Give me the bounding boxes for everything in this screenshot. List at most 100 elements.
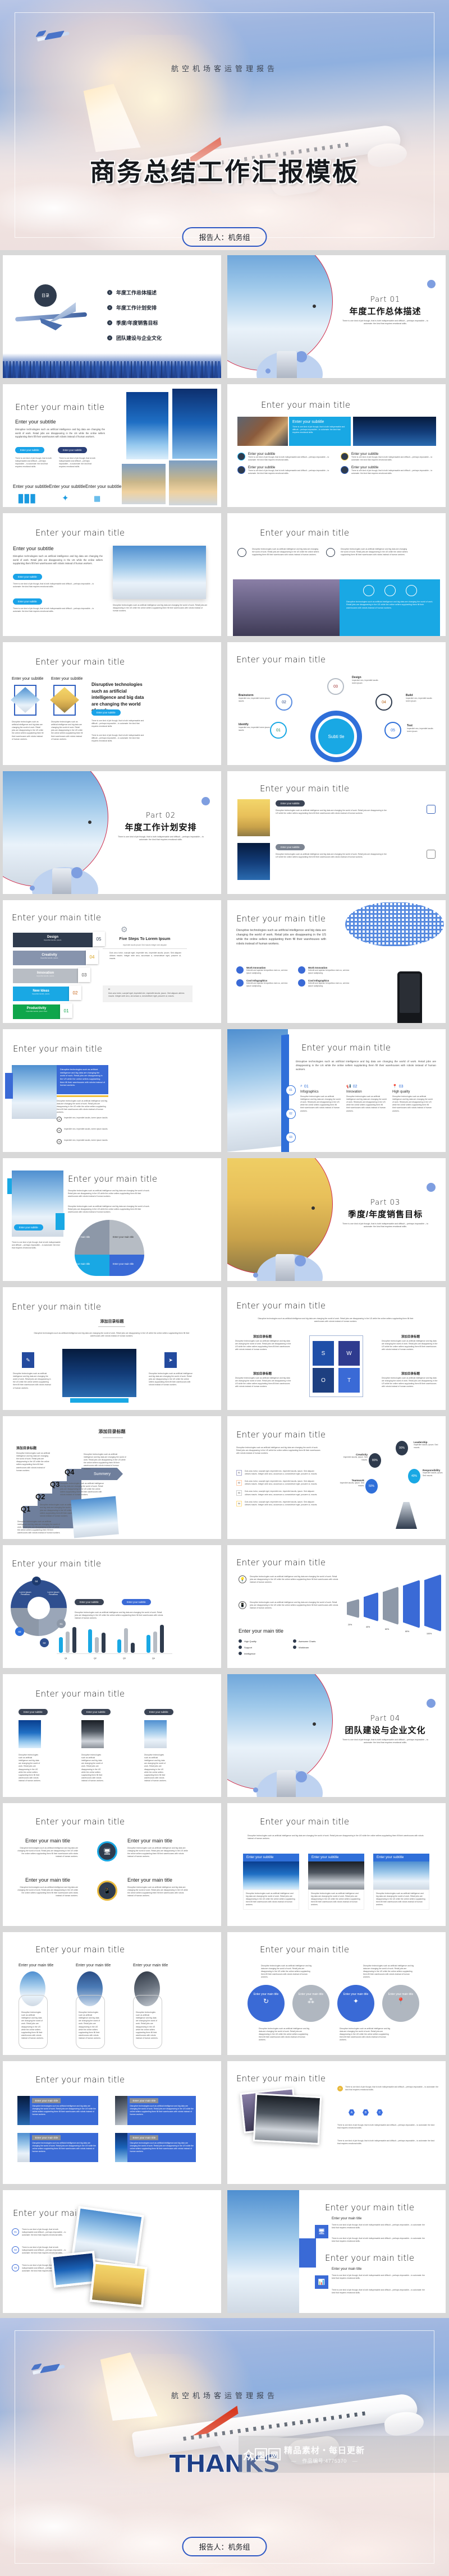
panel-text: Disruptive technologies such as artifici… [60, 1068, 105, 1087]
card-photo-3 [373, 1861, 429, 1890]
col-text-1: Disruptive technologies such as artifici… [19, 1754, 41, 1782]
slide-thumb-28[interactable]: Enter your main title Disruptive technol… [227, 1932, 446, 2055]
point-item-2[interactable]: Work Innovation Deleniti and aperian temp… [298, 966, 354, 975]
slide-thumb-part-02[interactable]: Part 02 年度工作计划安排 There is one kind of jo… [3, 771, 221, 894]
oval-node-3[interactable]: Enter your main title ✦ [337, 1985, 374, 2022]
numbered-item-3: 03 Imperdiet nec, imperdiet iaculis, lor… [57, 1139, 109, 1144]
slide-thumb-15-pie[interactable]: Enter your subtitle There is one kind of… [3, 1158, 221, 1281]
cta-pill-2[interactable]: Enter your subtitle [81, 1709, 111, 1715]
slide-thumb-26[interactable]: Enter your main title Disruptive technol… [227, 1803, 446, 1926]
database-icon [427, 805, 436, 814]
donut-badge-04: 04 [32, 1577, 41, 1586]
cta-pill-1[interactable]: Enter your subtitle [19, 1709, 48, 1715]
accent-underline [57, 1095, 108, 1097]
cycle-node-03[interactable]: 03 [327, 678, 344, 695]
toc-item-4[interactable]: 4 团队建设与企业文化 [107, 334, 162, 342]
pie-label-4: Enter your main title [113, 1262, 134, 1265]
col-label: Infographics [300, 1090, 319, 1094]
slide-thumb-13[interactable]: Enter your main title Disruptive technol… [3, 1029, 221, 1152]
slide-thumb-29[interactable]: Enter your main title Enter your main ti… [3, 2061, 221, 2184]
toc-num-2: 2 [107, 305, 112, 310]
slide-thumb-11-five-steps[interactable]: Enter your main title Design Imperdiet i… [3, 900, 221, 1023]
feature-item-1[interactable]: Enter your subtitle There is one kind of… [237, 453, 333, 462]
divider [103, 1437, 123, 1438]
point-desc: Deleniti and aperian temporibus eam cu, … [246, 969, 288, 975]
gear-icon: ✦ [62, 494, 69, 503]
closing-presenter-badge: 报告人：机务组 [182, 2537, 267, 2556]
point-item-3[interactable]: Cool Infographics Deleniti and aperian te… [236, 979, 292, 988]
pie-slice-4 [109, 1255, 144, 1276]
slide-thumb-03[interactable]: Enter your main title Enter your subtitl… [3, 384, 221, 507]
slide-thumb-10[interactable]: Enter your main title Enter your subtitl… [227, 771, 446, 894]
point-item-4[interactable]: Cool Infographics Deleniti and aperian te… [298, 979, 354, 988]
toc-num-1: 1 [107, 290, 112, 295]
list-num: 02 [236, 1480, 242, 1486]
cta-pill-2[interactable]: Enter your subtitle [58, 447, 87, 453]
slide-title: Enter your main title [35, 528, 125, 538]
slide-thumb-07[interactable]: Enter your main title Enter your subtitl… [3, 642, 221, 765]
slide-thumb-25[interactable]: Enter your main title Enter your main ti… [3, 1803, 221, 1926]
list-num: 01 [236, 1470, 242, 1476]
slide-thumb-21-donut-bars[interactable]: Enter your main title 04 01 03 02 Lorem … [3, 1545, 221, 1668]
legend-item-4: Workteam [293, 1646, 340, 1649]
cta-pill-1[interactable]: Enter your subtitle [15, 447, 44, 453]
cta-pill-2[interactable]: Enter your subtitle [122, 1599, 151, 1605]
slide-thumb-32[interactable]: Enter your main title Enter your main ti… [227, 2190, 446, 2313]
slide-thumb-19-quarters[interactable]: 添加目录标题 添加目录标题 Disruptive technologies su… [3, 1416, 221, 1539]
slide-thumb-14[interactable]: Enter your main title Disruptive technol… [227, 1029, 446, 1152]
slide-thumb-04[interactable]: Enter your main title Enter your subtitl… [227, 384, 446, 507]
oval-node-2[interactable]: Enter your main title ⁂ [292, 1985, 329, 2022]
cta-pill-1[interactable]: Enter your subtitle [75, 1599, 104, 1605]
toc-item-2[interactable]: 2 年度工作计划安排 [107, 304, 162, 311]
cycle-node-04[interactable]: 04 [375, 694, 392, 711]
point-item-1[interactable]: Work Innovation Deleniti and aperian temp… [236, 966, 292, 975]
toc-item-3[interactable]: 3 季度/年度销售目标 [107, 319, 162, 326]
slide-thumb-08-cycle[interactable]: Enter your main title Subti tle 01 02 03… [227, 642, 446, 765]
col-subtitle-1: Enter your subtitle [12, 677, 44, 681]
cta-pill-2[interactable]: Enter your subtitle [13, 598, 42, 605]
slide-thumb-22-fan[interactable]: Enter your main title 💡 Disruptive techn… [227, 1545, 446, 1668]
cycle-node-05[interactable]: 05 [384, 722, 401, 739]
slide-thumb-31[interactable]: Enter your main title 01 There is one ki… [3, 2190, 221, 2313]
feature-item-2[interactable]: Enter your subtitle There is one kind of… [341, 453, 436, 462]
slide-thumb-20-flask[interactable]: Enter your main title Disruptive technol… [227, 1416, 446, 1539]
oval-node-4[interactable]: Enter your main title 📍 [382, 1985, 419, 2022]
slide-thumb-23[interactable]: Enter your main title Enter your subtitl… [3, 1674, 221, 1797]
cta-pill-1[interactable]: Enter your subtitle [13, 574, 42, 580]
fan-axis-80: 80% [405, 1630, 410, 1633]
cta-pill[interactable]: Enter your subtitle [91, 709, 121, 716]
slide-thumb-06[interactable]: Enter your main title Disruptive technol… [227, 513, 446, 636]
cycle-node-01[interactable]: 01 [270, 722, 287, 739]
numbered-item-02: 02 There is one kind of job though, that… [12, 2246, 68, 2255]
slide-text-2b: There is one kind of job though, that is… [332, 2289, 425, 2294]
slide-thumb-30[interactable]: Enter your main title 01 There is one ki… [227, 2061, 446, 2184]
slide-thumb-17[interactable]: Enter your main title 添加目录标题 Disruptive … [3, 1287, 221, 1410]
bottom-sub-3: Enter your subtitle [85, 484, 122, 489]
slide-thumb-toc[interactable]: 目录 1 年度工作总体描述 2 年度工作计划安排 3 季度/年度销售目标 4 团… [3, 255, 221, 378]
feature-item-4[interactable]: Enter your subtitle There is one kind of… [341, 466, 436, 475]
photo-jet-full [227, 2190, 299, 2313]
slide-thumb-part-03[interactable]: Part 03 季度/年度销售目标 There is one kind of j… [227, 1158, 446, 1281]
box-text-4: Disruptive technologies such as artifici… [130, 2142, 194, 2153]
oval-node-1[interactable]: Enter your main title ↻ [248, 1985, 285, 2022]
col-text-2: Disruptive technologies such as artifici… [51, 721, 83, 740]
cycle-node-02[interactable]: 02 [276, 694, 292, 711]
slide-thumb-12-mobile[interactable]: Enter your main title Disruptive technol… [227, 900, 446, 1023]
part-en-label: Part 01 [370, 296, 401, 304]
feature-item-3[interactable]: Enter your subtitle There is one kind of… [237, 466, 333, 475]
slide-thumb-27[interactable]: Enter your main title Enter your main ti… [3, 1932, 221, 2055]
cta-pill[interactable]: Enter your subtitle [14, 1224, 43, 1231]
phone-mockup [52, 868, 71, 894]
part-en-label: Part 03 [370, 1199, 401, 1207]
cta-pill-2[interactable]: Enter your subtitle [276, 844, 305, 850]
slide-thumb-05[interactable]: Enter your main title Enter your subtitl… [3, 513, 221, 636]
cta-pill-3[interactable]: Enter your subtitle [144, 1709, 173, 1715]
slide-thumb-18-swot[interactable]: Enter your main title Disruptive technol… [227, 1287, 446, 1410]
cta-pill-1[interactable]: Enter your subtitle [276, 800, 305, 807]
accent-square-br [56, 1213, 65, 1230]
bar-chart-icon: ▊▊▊ [19, 494, 37, 503]
slide-thumb-part-04[interactable]: Part 04 团队建设与企业文化 There is one kind of j… [227, 1674, 446, 1797]
slide-thumb-part-01[interactable]: Part 01 年度工作总体描述 There is one kind of jo… [227, 255, 446, 378]
toc-item-1[interactable]: 1 年度工作总体描述 [107, 289, 162, 296]
part-cn-label: 年度工作总体描述 [349, 307, 421, 316]
